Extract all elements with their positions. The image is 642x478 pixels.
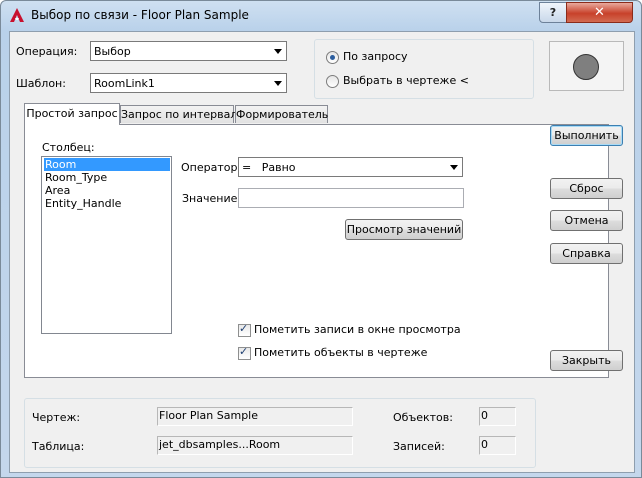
reset-button[interactable]: Сброс bbox=[550, 178, 623, 199]
title-bar[interactable]: Выбор по связи - Floor Plan Sample ? ✕ bbox=[1, 1, 641, 31]
circle-icon bbox=[573, 54, 599, 80]
records-label: Записей: bbox=[393, 440, 445, 453]
view-values-button[interactable]: Просмотр значений bbox=[345, 219, 463, 240]
table-value: jet_dbsamples...Room bbox=[159, 438, 281, 451]
mark-records-checkbox[interactable] bbox=[238, 322, 251, 337]
help-titlebar-button[interactable]: ? bbox=[539, 2, 567, 23]
records-count-field: 0 bbox=[479, 436, 516, 455]
drawing-label: Чертеж: bbox=[32, 411, 81, 424]
chevron-down-icon bbox=[450, 165, 458, 170]
list-item[interactable]: Area bbox=[44, 184, 70, 197]
drawing-value-field: Floor Plan Sample bbox=[157, 407, 353, 426]
question-icon: ? bbox=[549, 6, 557, 19]
objects-label: Объектов: bbox=[393, 411, 453, 424]
help-button[interactable]: Справка bbox=[550, 243, 623, 264]
table-value-field: jet_dbsamples...Room bbox=[157, 436, 353, 455]
tab-simple-query[interactable]: Простой запрос bbox=[24, 103, 120, 125]
records-count: 0 bbox=[481, 438, 488, 451]
operator-value: = Равно bbox=[242, 161, 296, 174]
objects-count: 0 bbox=[481, 409, 488, 422]
close-window-button[interactable]: ✕ bbox=[566, 2, 633, 23]
window-title: Выбор по связи - Floor Plan Sample bbox=[31, 8, 249, 22]
close-icon: ✕ bbox=[594, 5, 605, 20]
tab-range-query[interactable]: Запрос по интервалу bbox=[120, 105, 244, 123]
simple-query-panel: Столбец: Room Room_Type Area Entity_Hand… bbox=[24, 124, 609, 378]
list-item[interactable]: Entity_Handle bbox=[44, 197, 121, 210]
by-query-radio[interactable] bbox=[326, 51, 339, 64]
mark-objects-checkbox[interactable] bbox=[238, 345, 251, 360]
select-in-drawing-radio[interactable] bbox=[326, 75, 339, 88]
objects-count-field: 0 bbox=[479, 407, 516, 426]
mark-objects-label[interactable]: Пометить объекты в чертеже bbox=[254, 346, 427, 359]
table-label: Таблица: bbox=[32, 440, 85, 453]
list-item[interactable]: Room bbox=[44, 158, 170, 171]
template-label: Шаблон: bbox=[16, 77, 66, 90]
dialog-client-area: Операция: Выбор Шаблон: RoomLink1 По зап… bbox=[9, 31, 635, 473]
template-value: RoomLink1 bbox=[94, 77, 155, 90]
operator-label: Оператор: bbox=[181, 161, 242, 174]
select-in-drawing-label[interactable]: Выбрать в чертеже < bbox=[343, 74, 469, 87]
cancel-button[interactable]: Отмена bbox=[550, 210, 623, 231]
tab-builder[interactable]: Формирователь bbox=[235, 105, 328, 123]
operation-label: Операция: bbox=[16, 45, 78, 58]
chevron-down-icon bbox=[274, 49, 282, 54]
mode-group bbox=[314, 39, 534, 99]
column-list[interactable]: Room Room_Type Area Entity_Handle bbox=[41, 156, 172, 334]
execute-button[interactable]: Выполнить bbox=[550, 125, 623, 146]
operation-select[interactable]: Выбор bbox=[90, 41, 287, 61]
dialog-window: Выбор по связи - Floor Plan Sample ? ✕ О… bbox=[0, 0, 642, 478]
operator-select[interactable]: = Равно bbox=[238, 157, 463, 177]
operation-value: Выбор bbox=[94, 45, 131, 58]
chevron-down-icon bbox=[274, 81, 282, 86]
list-item[interactable]: Room_Type bbox=[44, 171, 107, 184]
autocad-logo-icon bbox=[10, 8, 24, 22]
drawing-value: Floor Plan Sample bbox=[159, 409, 259, 422]
by-query-label[interactable]: По запросу bbox=[343, 50, 408, 63]
close-button[interactable]: Закрыть bbox=[550, 350, 623, 371]
link-preview bbox=[549, 41, 624, 91]
mark-records-label[interactable]: Пометить записи в окне просмотра bbox=[254, 323, 461, 336]
template-select[interactable]: RoomLink1 bbox=[90, 73, 287, 93]
value-input[interactable] bbox=[238, 188, 464, 208]
column-label: Столбец: bbox=[42, 141, 95, 154]
value-label: Значение: bbox=[182, 192, 242, 205]
